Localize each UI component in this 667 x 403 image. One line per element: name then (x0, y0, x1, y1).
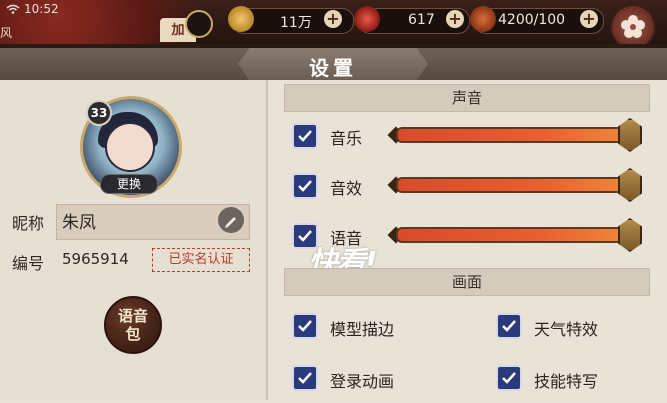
pencil-icon (225, 217, 236, 228)
login-anim-label: 登录动画 (330, 372, 395, 391)
sfx-label: 音效 (330, 179, 363, 198)
page-title: 设置 (309, 56, 357, 80)
music-checkbox[interactable] (292, 123, 318, 149)
check-icon (298, 180, 312, 192)
music-label: 音乐 (330, 129, 363, 148)
top-left-label: 风 (0, 26, 13, 40)
outline-checkbox[interactable] (292, 313, 318, 339)
voice-pack-button[interactable]: 语音包 (104, 296, 162, 354)
edit-nickname-button[interactable] (218, 207, 244, 233)
skill-closeup-label: 技能特写 (534, 372, 599, 391)
sakura-icon (621, 15, 645, 38)
nickname-value: 朱凤 (62, 213, 96, 233)
check-icon (298, 320, 312, 332)
sfx-checkbox[interactable] (292, 173, 318, 199)
jade-value: 617 (408, 12, 435, 28)
stamina-icon (470, 6, 496, 32)
verified-stamp: 已实名认证 (152, 248, 250, 272)
status-time: 10:52 (24, 2, 59, 16)
sakura-menu-button[interactable] (610, 4, 656, 44)
id-label: 编号 (12, 254, 45, 273)
weather-checkbox[interactable] (496, 313, 522, 339)
wifi-icon (6, 4, 20, 14)
voice-slider[interactable] (396, 227, 636, 243)
add-jade-button[interactable]: + (446, 10, 464, 28)
resource-bar: 10:52 风 加 11万 + 617 + 4200/100 + (0, 0, 667, 44)
check-icon (298, 130, 312, 142)
gold-coin-icon (228, 6, 254, 32)
sfx-slider[interactable] (396, 177, 636, 193)
skill-closeup-checkbox[interactable] (496, 365, 522, 391)
red-jade-icon (354, 6, 380, 32)
nickname-label: 昵称 (12, 214, 45, 233)
music-slider[interactable] (396, 127, 636, 143)
level-badge: 33 (86, 100, 112, 126)
graphics-section-header: 画面 (284, 268, 650, 296)
sound-section-header: 声音 (284, 84, 650, 112)
check-icon (298, 372, 312, 384)
voice-pack-label: 语音包 (117, 307, 148, 343)
id-value: 5965914 (62, 250, 129, 268)
login-anim-checkbox[interactable] (292, 365, 318, 391)
add-gold-button[interactable]: + (324, 10, 342, 28)
check-icon (502, 372, 516, 384)
weather-label: 天气特效 (534, 320, 599, 339)
add-stamina-button[interactable]: + (580, 10, 598, 28)
change-avatar-button[interactable]: 更换 (100, 174, 158, 194)
avatar-face (105, 122, 155, 172)
check-icon (502, 320, 516, 332)
tomoe-icon[interactable] (185, 10, 213, 38)
gold-value: 11万 (280, 15, 312, 31)
stamina-value: 4200/100 (498, 12, 566, 28)
outline-label: 模型描边 (330, 320, 395, 339)
